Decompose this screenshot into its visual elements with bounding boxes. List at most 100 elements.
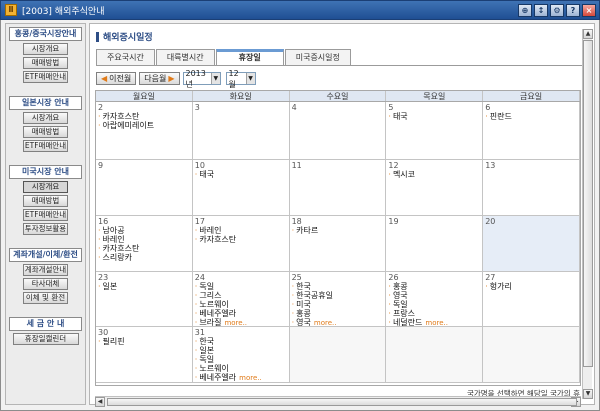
day-number: 16 [98, 217, 109, 226]
more-link[interactable]: more.. [425, 319, 448, 326]
holiday-country-link[interactable]: 핀란드 [485, 112, 577, 121]
holiday-country-link[interactable]: 한국공휴일 [292, 291, 384, 300]
holiday-country-link[interactable]: 그리스 [195, 291, 287, 300]
holiday-country-name: 베네주엘라 [199, 373, 237, 382]
month-select[interactable]: 12월 ▼ [225, 69, 256, 89]
calendar-day-cell[interactable]: 4 [290, 102, 387, 159]
sidebar-item-us-etf[interactable]: ETF매매안내 [23, 209, 68, 221]
holiday-country-link[interactable]: 스리랑카 [98, 253, 190, 262]
calendar-day-cell[interactable]: 19 [386, 216, 484, 271]
calendar-day-cell[interactable]: 16남아공바레인카자흐스탄스리랑카 [96, 216, 193, 271]
holiday-country-link[interactable]: 독일 [195, 282, 287, 291]
sidebar-item-jp-trading[interactable]: 매매방법 [23, 126, 68, 138]
holiday-country-link[interactable]: 일본 [195, 346, 287, 355]
holiday-country-link[interactable]: 홍콩 [388, 282, 480, 291]
calendar-day-cell[interactable]: 2카자흐스탄아랍에미레이트 [96, 102, 193, 159]
weekday-wed: 수요일 [290, 91, 387, 101]
scroll-thumb[interactable] [107, 398, 577, 406]
calendar-day-cell[interactable]: 12멕시코 [386, 160, 484, 215]
calendar-day-cell[interactable]: 3 [193, 102, 290, 159]
link-icon[interactable]: ⊕ [518, 4, 532, 17]
scroll-up-icon[interactable]: ▲ [583, 29, 593, 39]
holiday-country-link[interactable]: 아랍에미레이트 [98, 121, 190, 130]
sidebar-item-transfer-other[interactable]: 타사대체 [23, 278, 68, 290]
sidebar-item-account-open[interactable]: 계좌개설안내 [23, 264, 68, 276]
close-icon[interactable]: × [582, 4, 596, 17]
calendar-day-cell[interactable]: 30필리핀 [96, 327, 193, 382]
holiday-country-link[interactable]: 바레인 [98, 235, 190, 244]
sidebar-item-transfer-exchange[interactable]: 이체 및 환전 [23, 292, 68, 304]
scroll-left-icon[interactable]: ◀ [95, 397, 105, 407]
tab-us-schedule[interactable]: 미국증시일정 [284, 49, 351, 65]
calendar-day-cell[interactable]: 5태국 [386, 102, 484, 159]
sidebar-item-us-overview[interactable]: 시장개요 [23, 181, 68, 193]
holiday-country-link[interactable]: 베네주엘라 [195, 309, 287, 318]
holiday-country-link[interactable]: 홍콩 [292, 309, 384, 318]
tab-holidays[interactable]: 휴장일 [215, 49, 284, 65]
calendar-day-cell[interactable]: 10태국 [193, 160, 290, 215]
holiday-country-link[interactable]: 멕시코 [388, 170, 480, 179]
calendar-day-cell[interactable]: 20 [483, 216, 580, 271]
holiday-country-link[interactable]: 프랑스 [388, 309, 480, 318]
sidebar-item-us-trading[interactable]: 매매방법 [23, 195, 68, 207]
holiday-country-link[interactable]: 카자흐스탄 [195, 235, 287, 244]
holiday-country-link[interactable]: 독일 [195, 355, 287, 364]
calendar-day-cell[interactable]: 25한국한국공휴일미국홍콩영국more.. [290, 272, 387, 326]
calendar-day-cell[interactable]: 9 [96, 160, 193, 215]
calendar-day-cell[interactable]: 6핀란드 [483, 102, 580, 159]
holiday-country-link[interactable]: 바레인 [195, 226, 287, 235]
sidebar-item-jp-overview[interactable]: 시장개요 [23, 112, 68, 124]
holiday-country-link[interactable]: 일본 [98, 282, 190, 291]
holiday-country-link[interactable]: 카자흐스탄 [98, 244, 190, 253]
holiday-country-link[interactable]: 베네주엘라more.. [195, 373, 287, 382]
settings-icon[interactable]: ⚙ [550, 4, 564, 17]
calendar-day-cell[interactable]: 13 [483, 160, 580, 215]
holiday-country-link[interactable]: 한국 [292, 282, 384, 291]
vertical-scrollbar[interactable]: ▲ ▼ [582, 29, 593, 399]
horizontal-scrollbar[interactable]: ◀ ▶ [95, 396, 581, 407]
scroll-thumb[interactable] [583, 40, 593, 367]
calendar-day-cell[interactable]: 23일본 [96, 272, 193, 326]
holiday-country-link[interactable]: 네덜란드more.. [388, 318, 480, 326]
more-link[interactable]: more.. [239, 374, 262, 382]
prev-month-button[interactable]: ◀ 이전월 [96, 72, 137, 85]
holiday-country-link[interactable]: 노르웨이 [195, 300, 287, 309]
sidebar-item-hk-etf[interactable]: ETF매매안내 [23, 71, 68, 83]
holiday-country-link[interactable]: 카타르 [292, 226, 384, 235]
holiday-country-link[interactable]: 헝가리 [485, 282, 577, 291]
holiday-country-link[interactable]: 독일 [388, 300, 480, 309]
holiday-country-link[interactable]: 필리핀 [98, 337, 190, 346]
sidebar-item-holiday-calendar[interactable]: 휴장일캘린더 [12, 333, 79, 345]
holiday-country-link[interactable]: 한국 [195, 337, 287, 346]
holiday-country-link[interactable]: 태국 [195, 170, 287, 179]
calendar-day-cell[interactable]: 24독일그리스노르웨이베네주엘라브라질more.. [193, 272, 290, 326]
holiday-country-link[interactable]: 영국more.. [292, 318, 384, 326]
more-link[interactable]: more.. [224, 319, 247, 326]
month-nav: ◀ 이전월 다음월 ▶ 2013년 ▼ 12월 ▼ [96, 69, 256, 89]
holiday-country-link[interactable]: 남아공 [98, 226, 190, 235]
holiday-country-link[interactable]: 카자흐스탄 [98, 112, 190, 121]
more-link[interactable]: more.. [314, 319, 337, 326]
holiday-country-link[interactable]: 브라질more.. [195, 318, 287, 326]
sidebar-item-us-info[interactable]: 투자정보활용 [23, 223, 68, 235]
calendar-day-cell[interactable]: 31한국일본독일노르웨이베네주엘라more.. [193, 327, 290, 382]
calendar-day-cell[interactable]: 17바레인카자흐스탄 [193, 216, 290, 271]
help-icon[interactable]: ? [566, 4, 580, 17]
holiday-country-link[interactable]: 태국 [388, 112, 480, 121]
tab-major-times[interactable]: 주요국시간 [96, 49, 155, 65]
next-month-button[interactable]: 다음월 ▶ [139, 72, 180, 85]
sidebar-item-jp-etf[interactable]: ETF매매안내 [23, 140, 68, 152]
pin-icon[interactable]: ↕ [534, 4, 548, 17]
sidebar-item-hk-overview[interactable]: 시장개요 [23, 43, 68, 55]
scroll-down-icon[interactable]: ▼ [583, 389, 593, 399]
holiday-country-link[interactable]: 노르웨이 [195, 364, 287, 373]
calendar-day-cell[interactable]: 27헝가리 [483, 272, 580, 326]
sidebar-item-hk-trading[interactable]: 매매방법 [23, 57, 68, 69]
calendar-day-cell[interactable]: 26홍콩영국독일프랑스네덜란드more.. [386, 272, 484, 326]
calendar-day-cell[interactable]: 18카타르 [290, 216, 387, 271]
holiday-country-link[interactable]: 미국 [292, 300, 384, 309]
holiday-country-link[interactable]: 영국 [388, 291, 480, 300]
tab-continent-times[interactable]: 대륙별시간 [155, 49, 215, 65]
calendar-day-cell[interactable]: 11 [290, 160, 387, 215]
year-select[interactable]: 2013년 ▼ [182, 69, 221, 89]
